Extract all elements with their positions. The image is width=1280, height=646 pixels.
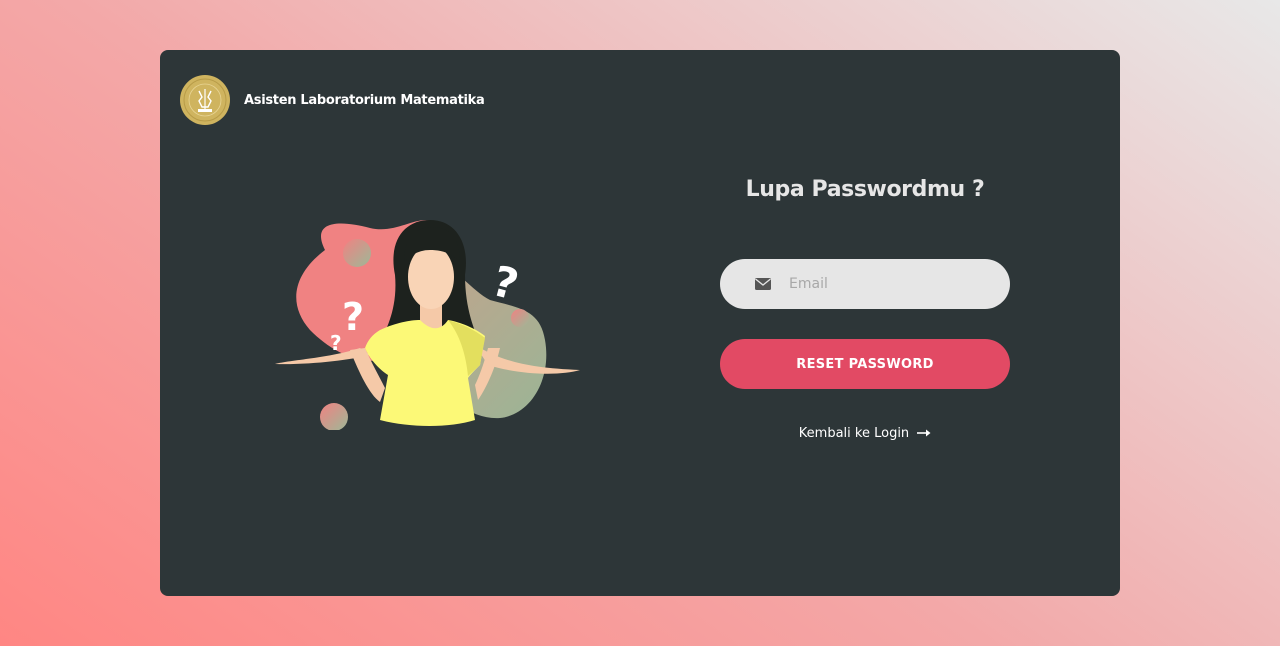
brand-name: Asisten Laboratorium Matematika <box>244 92 485 108</box>
university-seal-icon <box>180 75 230 125</box>
question-mark-small-left: ? <box>330 331 342 355</box>
reset-password-button[interactable]: RESET PASSWORD <box>720 339 1010 389</box>
page-title: Lupa Passwordmu ? <box>745 177 985 202</box>
question-mark-right: ? <box>487 256 523 310</box>
reset-form: Lupa Passwordmu ? RESET PASSWORD Kembali… <box>720 170 1010 441</box>
forgot-password-card: Asisten Laboratorium Matematika ? ? ? Lu… <box>160 50 1120 596</box>
email-input[interactable] <box>787 275 991 293</box>
question-mark-large-left: ? <box>342 295 364 339</box>
confused-woman-illustration: ? ? ? <box>270 180 600 431</box>
email-field[interactable] <box>720 259 1010 309</box>
envelope-icon <box>755 275 771 294</box>
back-to-login-label: Kembali ke Login <box>798 426 910 441</box>
back-to-login-link[interactable]: Kembali ke Login <box>720 426 1010 441</box>
arrow-right-icon <box>917 426 931 441</box>
brand: Asisten Laboratorium Matematika <box>180 75 485 125</box>
